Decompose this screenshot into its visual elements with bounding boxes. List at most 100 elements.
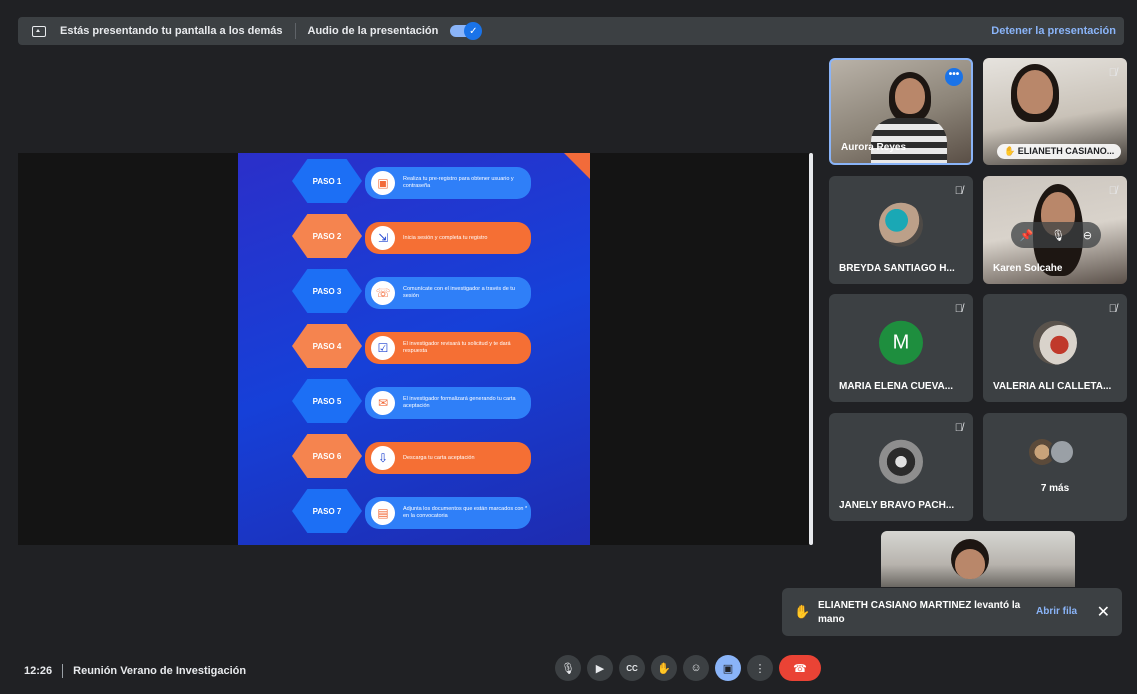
mic-off-icon: 🎙̸ — [1108, 185, 1117, 197]
step-label: PASO 4 — [292, 324, 362, 368]
call-controls: 🎙 ▶ CC ✋ ☺ ▣ ⋮ ☎ — [555, 655, 821, 681]
more-participants-count: 7 más — [1040, 483, 1070, 494]
raised-hand-icon: ✋ — [794, 604, 811, 619]
step-card: ☏ Comunícate con el investigador a través… — [365, 277, 531, 309]
participant-tile-valeria[interactable]: 🎙̸ VALERIA ALI CALLETA... — [983, 294, 1127, 402]
presentation-audio-label: Audio de la presentación — [307, 25, 439, 37]
step-icon: ⇲ — [371, 226, 395, 250]
more-options-button[interactable]: ⋮ — [747, 655, 773, 681]
mic-off-icon: 🎙̸ — [954, 185, 963, 197]
step-text: Comunícate con el investigador a través … — [403, 286, 515, 299]
participant-name: JANELY BRAVO PACH... — [839, 500, 955, 511]
stage-scrollbar[interactable] — [809, 153, 813, 545]
step-text: Descarga tu carta aceptación — [403, 454, 475, 461]
step-icon: ✉ — [371, 391, 395, 415]
notification-message: ELIANETH CASIANO MARTINEZ levantó la man… — [818, 600, 1021, 625]
participant-tile-karen[interactable]: 📌 🎙 ⊖ 🎙̸ Karen Solcahe — [983, 176, 1127, 284]
video-face — [895, 78, 925, 114]
step-icon: ☑ — [371, 336, 395, 360]
raise-hand-button[interactable]: ✋ — [651, 655, 677, 681]
remove-icon[interactable]: ⊖ — [1083, 229, 1092, 242]
step-label: PASO 2 — [292, 214, 362, 258]
step-text: Inicia sesión y completa tu registro — [403, 234, 488, 241]
more-participants-tile[interactable]: 7 más — [983, 413, 1127, 521]
step-icon: ⇩ — [371, 446, 395, 470]
stop-presenting-button[interactable]: Detener la presentación — [991, 25, 1116, 37]
step-card: ✉ El investigador formalizará generando t… — [365, 387, 531, 419]
avatar — [1049, 439, 1075, 465]
step-icon: ☏ — [371, 281, 395, 305]
step-card: ▤ Adjunta los documentos que están marcad… — [365, 497, 531, 529]
step-card: ▣ Realiza tu pre-registro para obtener us… — [365, 167, 531, 199]
presentation-audio-toggle[interactable]: ✓ — [450, 22, 483, 40]
slide-step: PASO 5 ✉ El investigador formalizará gener… — [292, 379, 590, 423]
captions-button[interactable]: CC — [619, 655, 645, 681]
presentation-slide: PASO 1 ▣ Realiza tu pre-registro para obte… — [238, 153, 590, 545]
raised-hand-notification: ✋ ELIANETH CASIANO MARTINEZ levantó la m… — [782, 588, 1122, 636]
participant-name: ELIANETH CASIANO... — [1017, 146, 1115, 156]
participant-tile-aurora[interactable]: ••• Aurora Reyes — [829, 58, 973, 165]
step-label: PASO 7 — [292, 489, 362, 533]
avatar — [879, 202, 923, 247]
meeting-time: 12:26 — [24, 665, 53, 677]
reactions-button[interactable]: ☺ — [683, 655, 709, 681]
mute-participant-icon[interactable]: 🎙 — [1051, 229, 1065, 242]
step-label: PASO 5 — [292, 379, 362, 423]
present-screen-icon — [32, 25, 46, 37]
more-options-icon[interactable]: ••• — [945, 68, 963, 86]
presenting-message: Estás presentando tu pantalla a los demá… — [60, 25, 283, 37]
step-text: Realiza tu pre-registro para obtener usu… — [403, 176, 514, 189]
divider — [294, 23, 296, 39]
participant-name: BREYDA SANTIAGO H... — [839, 263, 955, 274]
step-icon: ▤ — [371, 501, 395, 525]
tile-hover-controls: 📌 🎙 ⊖ — [1011, 222, 1101, 248]
raised-hand-name-badge: ✋ ELIANETH CASIANO... — [997, 144, 1122, 159]
participant-tile-self[interactable] — [881, 531, 1075, 587]
participant-name: MARIA ELENA CUEVA... — [839, 381, 954, 392]
avatar: M — [879, 320, 923, 365]
slide-step: PASO 1 ▣ Realiza tu pre-registro para obte… — [292, 159, 590, 203]
slide-step: PASO 2 ⇲ Inicia sesión y completa tu regis… — [292, 214, 590, 258]
step-text: El investigador formalizará generando tu… — [403, 396, 516, 409]
mic-off-icon: 🎙̸ — [1108, 303, 1117, 315]
step-label: PASO 6 — [292, 434, 362, 478]
participant-tile-elianeth[interactable]: 🎙̸ ✋ ELIANETH CASIANO... — [983, 58, 1127, 165]
step-card: ☑ El investigador revisará tu solicitud y… — [365, 332, 531, 364]
video-face — [1017, 70, 1053, 114]
divider — [62, 664, 64, 678]
avatar-initial: M — [892, 331, 910, 354]
participant-name: Aurora Reyes — [841, 142, 907, 153]
step-text: El investigador revisará tu solicitud y … — [403, 341, 511, 354]
check-icon: ✓ — [464, 22, 483, 40]
pin-icon[interactable]: 📌 — [1020, 229, 1034, 242]
step-icon: ▣ — [371, 171, 395, 195]
presenting-bar: Estás presentando tu pantalla a los demá… — [18, 17, 1124, 45]
participant-name: Karen Solcahe — [993, 263, 1063, 274]
meeting-info: 12:26 Reunión Verano de Investigación — [24, 664, 246, 678]
mic-off-icon: 🎙̸ — [1108, 67, 1117, 79]
step-text: Adjunta los documentos que están marcado… — [403, 506, 528, 519]
slide-step: PASO 4 ☑ El investigador revisará tu solic… — [292, 324, 590, 368]
step-card: ⇩ Descarga tu carta aceptación — [365, 442, 531, 474]
camera-button[interactable]: ▶ — [587, 655, 613, 681]
participant-tile-breyda[interactable]: 🎙̸ BREYDA SANTIAGO H... — [829, 176, 973, 284]
step-label: PASO 1 — [292, 159, 362, 203]
open-queue-button[interactable]: Abrir fila — [1036, 606, 1077, 617]
avatar — [879, 439, 923, 484]
mic-off-icon: 🎙̸ — [954, 422, 963, 434]
slide-step: PASO 6 ⇩ Descarga tu carta aceptación — [292, 434, 590, 478]
end-call-button[interactable]: ☎ — [779, 655, 821, 681]
participant-tile-maria[interactable]: M 🎙̸ MARIA ELENA CUEVA... — [829, 294, 973, 402]
step-label: PASO 3 — [292, 269, 362, 313]
video-face — [955, 549, 985, 579]
slide-step: PASO 7 ▤ Adjunta los documentos que están … — [292, 489, 590, 533]
slide-step: PASO 3 ☏ Comunícate con el investigador a … — [292, 269, 590, 313]
present-now-button[interactable]: ▣ — [715, 655, 741, 681]
meeting-title: Reunión Verano de Investigación — [73, 665, 247, 677]
close-icon[interactable]: ✕ — [1097, 602, 1110, 622]
participant-name: VALERIA ALI CALLETA... — [993, 381, 1112, 392]
mic-button[interactable]: 🎙 — [555, 655, 581, 681]
avatar — [1033, 320, 1077, 365]
participant-tile-janely[interactable]: 🎙̸ JANELY BRAVO PACH... — [829, 413, 973, 521]
step-card: ⇲ Inicia sesión y completa tu registro — [365, 222, 531, 254]
